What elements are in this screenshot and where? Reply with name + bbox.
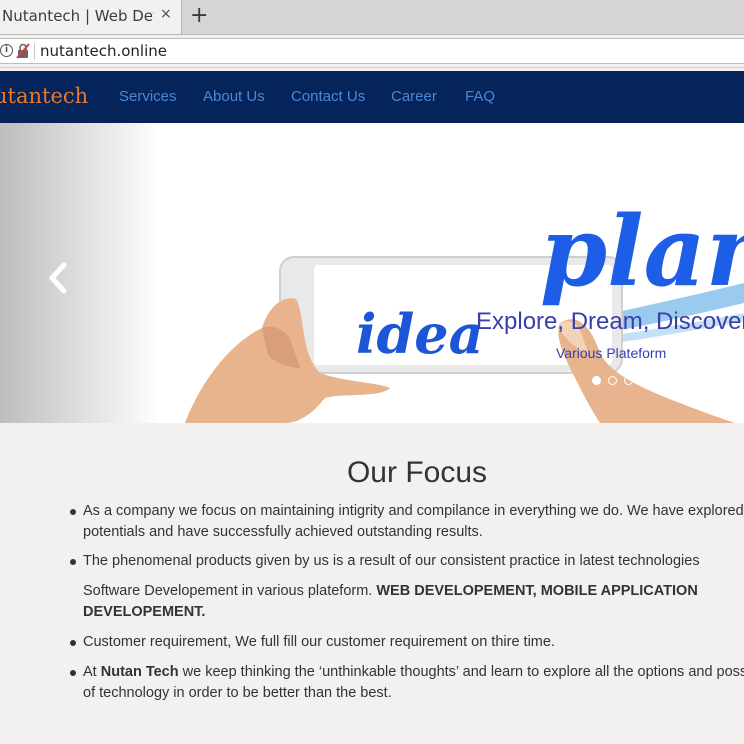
info-icon[interactable]: i bbox=[0, 44, 13, 57]
focus-item-2-detail: Software Developement in various platefo… bbox=[83, 581, 744, 602]
slide-word-idea: idea bbox=[356, 302, 484, 366]
url-text[interactable]: nutantech.online bbox=[40, 42, 167, 60]
carousel-caption-subtitle: Various Plateform bbox=[556, 345, 667, 361]
browser-tab[interactable]: Nutantech | Web Deve × bbox=[0, 0, 182, 34]
new-tab-icon[interactable]: + bbox=[190, 3, 208, 29]
carousel-indicator-1[interactable] bbox=[592, 376, 601, 385]
close-icon[interactable]: × bbox=[160, 6, 172, 22]
nav-contact-us[interactable]: Contact Us bbox=[291, 88, 365, 105]
focus-item-2-detail-bold: WEB DEVELOPEMENT, MOBILE APPLICATION bbox=[376, 583, 698, 599]
carousel-indicator-2[interactable] bbox=[608, 376, 617, 385]
site-header: utantech Services About Us Contact Us Ca… bbox=[0, 71, 744, 123]
focus-item-4-line-2: of technology in order to be better than… bbox=[83, 685, 392, 701]
bullet bbox=[70, 559, 76, 565]
url-separator bbox=[34, 43, 35, 60]
focus-item-2-detail-bold-2: DEVELOPEMENT. bbox=[83, 604, 206, 620]
focus-item-4-pre: At bbox=[83, 664, 101, 680]
focus-item-2-detail-line-2: DEVELOPEMENT. bbox=[83, 602, 744, 623]
carousel-caption-title: Explore, Dream, Discover bbox=[476, 308, 744, 335]
carousel-indicator-3[interactable] bbox=[624, 376, 633, 385]
focus-item-2-detail-text: Software Developement in various platefo… bbox=[83, 583, 377, 599]
section-title: Our Focus bbox=[346, 456, 488, 489]
nav-career[interactable]: Career bbox=[391, 88, 437, 105]
nav-about-us[interactable]: About Us bbox=[203, 88, 265, 105]
slide-word-plan: plan bbox=[540, 195, 744, 308]
carousel-left-shade bbox=[0, 123, 160, 423]
tab-title: Nutantech | Web Deve bbox=[2, 7, 154, 25]
focus-item-4-post: we keep thinking the ‘unthinkable though… bbox=[178, 664, 744, 680]
focus-item-4-bold: Nutan Tech bbox=[100, 664, 179, 680]
nav-services[interactable]: Services bbox=[119, 88, 177, 105]
address-bar[interactable]: i nutantech.online bbox=[0, 38, 744, 64]
browser-toolbar: i nutantech.online bbox=[0, 35, 744, 68]
browser-tab-bar: Nutantech | Web Deve × + bbox=[0, 0, 744, 35]
bullet bbox=[70, 670, 76, 676]
focus-item-2: The phenomenal products given by us is a… bbox=[83, 553, 700, 569]
focus-item-4-line-1: At Nutan Tech we keep thinking the ‘unth… bbox=[83, 662, 744, 683]
bullet bbox=[70, 640, 76, 646]
bullet bbox=[70, 509, 76, 515]
chevron-left-icon[interactable] bbox=[44, 261, 74, 295]
brand-logo[interactable]: utantech bbox=[0, 84, 88, 108]
focus-item-1-line-1: As a company we focus on maintaining int… bbox=[83, 503, 744, 519]
nav-faq[interactable]: FAQ bbox=[465, 88, 495, 105]
focus-item-1-line-2: potentials and have successfully achieve… bbox=[83, 524, 483, 540]
insecure-lock-icon[interactable] bbox=[16, 43, 30, 59]
hero-carousel: plan idea Explore, Dream, Discover Vario… bbox=[0, 123, 744, 423]
focus-item-3: Customer requirement, We full fill our c… bbox=[83, 634, 555, 650]
